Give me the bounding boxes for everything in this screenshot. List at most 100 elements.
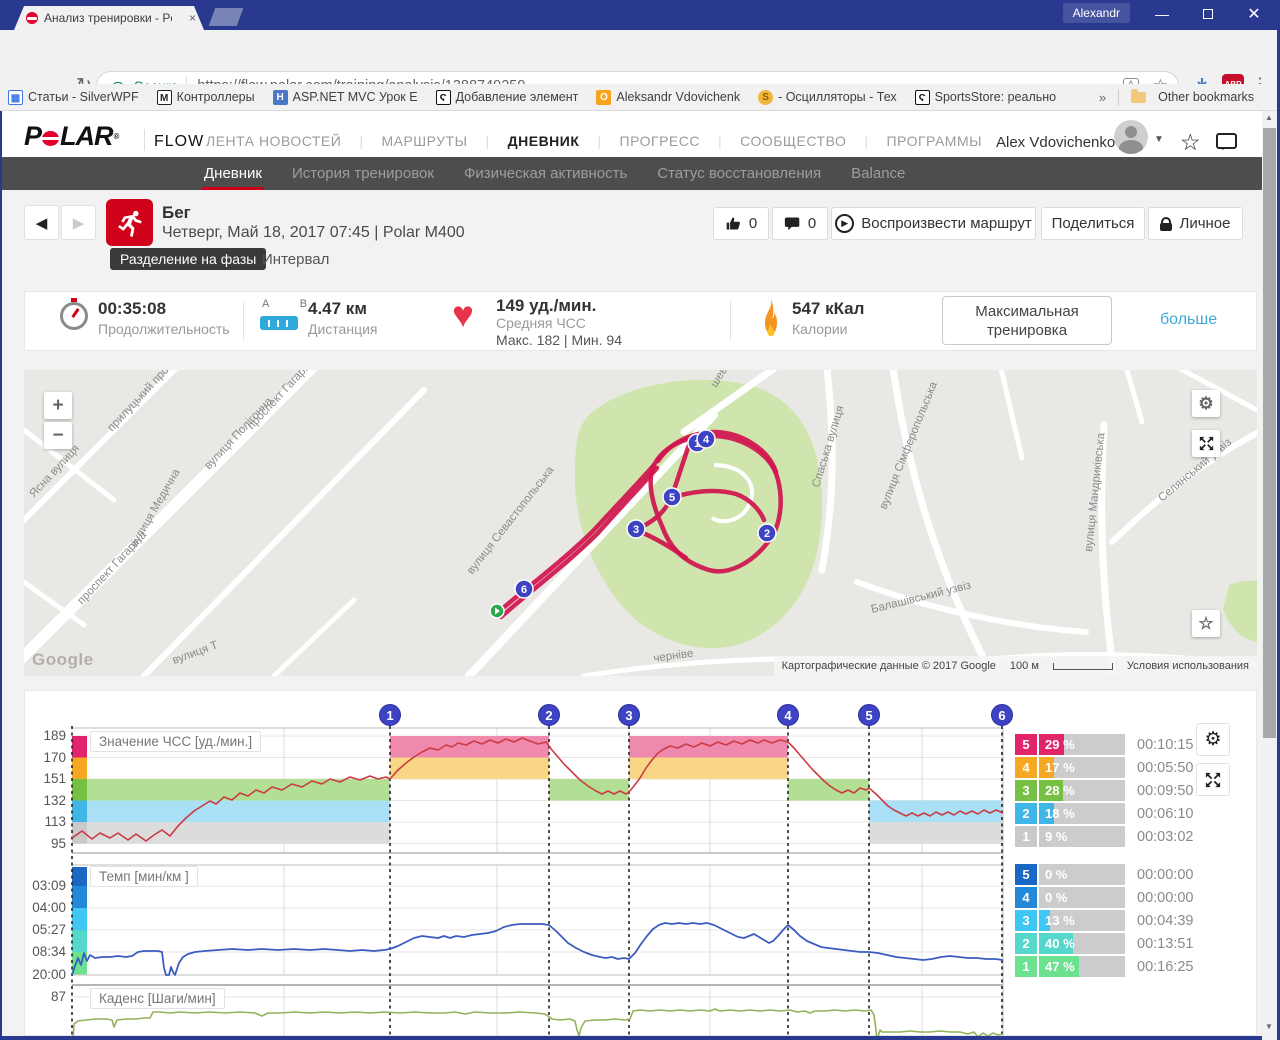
tab-close-icon[interactable]: × xyxy=(189,11,196,25)
map-data-text: Картографические данные © 2017 Google xyxy=(782,660,996,672)
hr-axis-tick: 151 xyxy=(20,771,66,786)
stopwatch-icon xyxy=(60,302,88,330)
expand-icon xyxy=(1199,436,1214,451)
cadence-axis-tick: 87 xyxy=(20,989,66,1004)
session-datetime: Четверг, Май 18, 2017 07:45 | Polar M400 xyxy=(162,224,465,242)
bookmark-item[interactable]: ϚДобавление элемент xyxy=(436,90,579,105)
next-session-button[interactable]: ▶ xyxy=(61,205,96,240)
training-benefit-button[interactable]: Максимальная тренировка xyxy=(942,296,1112,345)
window-close-button[interactable]: ✕ xyxy=(1232,0,1276,28)
chart-fullscreen-button[interactable] xyxy=(1196,763,1230,796)
bookmark-label: Статьи - SilverWPF xyxy=(28,90,139,104)
prev-session-button[interactable]: ◀ xyxy=(24,205,59,240)
comment-icon xyxy=(784,215,801,232)
map-route-marker-4[interactable]: 4 xyxy=(697,430,715,448)
phase-marker-5[interactable]: 5 xyxy=(858,704,880,726)
nav-item-4[interactable]: ПРОГРЕСС xyxy=(616,133,704,149)
google-logo: Google xyxy=(32,650,94,670)
subnav-item-1[interactable]: Дневник xyxy=(202,157,264,190)
bookmark-item[interactable]: HASP.NET MVC Урок Е xyxy=(273,90,418,105)
nav-item-1[interactable]: ЛЕНТА НОВОСТЕЙ xyxy=(202,133,345,149)
flow-label[interactable]: FLOW xyxy=(154,133,204,151)
share-label: Поделиться xyxy=(1052,215,1135,232)
tab-title: Анализ тренировки - Po xyxy=(44,11,172,25)
map-settings-button[interactable]: ⚙ xyxy=(1192,390,1220,417)
comment-button[interactable]: 0 xyxy=(772,207,828,240)
nav-item-6[interactable]: ПРОГРАММЫ xyxy=(882,133,986,149)
bookmark-favicon: O xyxy=(596,90,611,105)
map-fullscreen-button[interactable] xyxy=(1192,430,1220,457)
feedback-chat-icon[interactable] xyxy=(1216,133,1237,149)
scrollbar-down-icon[interactable]: ▼ xyxy=(1265,1022,1273,1031)
browser-profile-badge[interactable]: Alexandr xyxy=(1063,3,1130,23)
subnav-item-4[interactable]: Статус восстановления xyxy=(655,157,823,190)
pace-chart-label: Темп [мин/км ] xyxy=(90,866,198,887)
gear-icon: ⚙ xyxy=(1198,394,1213,414)
hr-zone-row-3: 328 %00:09:50 xyxy=(1015,780,1193,801)
privacy-button[interactable]: Личное xyxy=(1148,207,1243,240)
phase-marker-6[interactable]: 6 xyxy=(991,704,1013,726)
bookmark-label: Aleksandr Vdovichenk xyxy=(616,90,740,104)
share-button[interactable]: Поделиться xyxy=(1041,207,1145,240)
nav-item-3[interactable]: ДНЕВНИК xyxy=(504,133,584,149)
hr-chart-label: Значение ЧСС [уд./мин.] xyxy=(90,731,261,752)
phase-marker-4[interactable]: 4 xyxy=(777,704,799,726)
window-maximize-button[interactable] xyxy=(1186,0,1230,28)
hr-zone-bar: 28 % xyxy=(1039,780,1125,801)
avatar[interactable] xyxy=(1114,120,1148,154)
nav-item-5[interactable]: СООБЩЕСТВО xyxy=(736,133,850,149)
like-button[interactable]: 0 xyxy=(713,207,769,240)
map-route-marker-3[interactable]: 3 xyxy=(627,520,645,538)
map-route-marker-6[interactable]: 6 xyxy=(515,580,533,598)
bookmark-favicon: S xyxy=(758,90,773,105)
replay-route-button[interactable]: ▶ Воспроизвести маршрут xyxy=(831,207,1036,240)
user-name[interactable]: Alex Vdovichenko xyxy=(996,134,1115,151)
maximize-icon xyxy=(1203,9,1213,19)
expand-icon xyxy=(1205,772,1221,788)
polar-logo[interactable]: PLAR® xyxy=(24,121,118,152)
hr-zone-percent: 17 % xyxy=(1045,757,1075,778)
map-terms-link[interactable]: Условия использования xyxy=(1127,660,1249,672)
chevron-down-icon[interactable]: ▼ xyxy=(1154,134,1164,145)
bookmark-item[interactable]: S- Осцилляторы - Тех xyxy=(758,90,897,105)
map-zoom-in-button[interactable]: + xyxy=(44,392,72,419)
phase-marker-2[interactable]: 2 xyxy=(538,704,560,726)
subnav-item-5[interactable]: Balance xyxy=(849,157,907,190)
window-minimize-button[interactable]: — xyxy=(1140,0,1184,28)
map-route-marker-2[interactable]: 2 xyxy=(758,524,776,542)
pace-zone-percent: 47 % xyxy=(1045,956,1075,977)
bookmark-item[interactable]: ▦Статьи - SilverWPF xyxy=(8,90,139,105)
phase-marker-3[interactable]: 3 xyxy=(618,704,640,726)
hr-zone-percent: 18 % xyxy=(1045,803,1075,824)
scrollbar-up-icon[interactable]: ▲ xyxy=(1265,113,1273,122)
pace-zone-time: 00:00:00 xyxy=(1137,890,1193,906)
thumbs-up-icon xyxy=(725,215,742,232)
route-map[interactable]: прилуцький провулоквулиця ПолігоннаЯсна … xyxy=(24,370,1257,676)
browser-tab[interactable]: Анализ тренировки - Po × xyxy=(14,6,204,30)
nav-divider: | xyxy=(718,133,722,149)
other-bookmarks-label[interactable]: Other bookmarks xyxy=(1158,90,1254,104)
phase-marker-1[interactable]: 1 xyxy=(379,704,401,726)
pace-zone-number: 5 xyxy=(1015,864,1037,885)
bookmark-item[interactable]: ϚSportsStore: реально xyxy=(915,90,1056,105)
pace-zone-percent: 40 % xyxy=(1045,933,1075,954)
more-link[interactable]: больше xyxy=(1160,311,1217,329)
scrollbar-thumb[interactable] xyxy=(1263,128,1276,738)
interval-tab[interactable]: Интервал xyxy=(262,251,329,268)
subnav-item-3[interactable]: Физическая активность xyxy=(462,157,629,190)
subnav-item-2[interactable]: История тренировок xyxy=(290,157,436,190)
nav-item-2[interactable]: МАРШРУТЫ xyxy=(377,133,471,149)
new-tab-button[interactable] xyxy=(209,8,244,26)
chart-settings-button[interactable]: ⚙ xyxy=(1196,723,1230,756)
map-zoom-out-button[interactable]: − xyxy=(44,422,72,449)
bookmarks-overflow-icon[interactable]: » xyxy=(1099,90,1106,105)
hr-zone-row-4: 417 %00:05:50 xyxy=(1015,757,1193,778)
bookmark-item[interactable]: MКонтроллеры xyxy=(157,90,255,105)
map-favorite-button[interactable]: ☆ xyxy=(1192,610,1220,637)
pace-zone-percent: 0 % xyxy=(1045,864,1067,885)
browser-window: Анализ тренировки - Po × Alexandr — ✕ ← … xyxy=(0,0,1280,1040)
map-route-marker-5[interactable]: 5 xyxy=(663,488,681,506)
favorites-star-icon[interactable]: ☆ xyxy=(1180,129,1201,156)
bookmark-item[interactable]: O Aleksandr Vdovichenk xyxy=(596,90,740,105)
bookmarks-bar: ▦Статьи - SilverWPF MКонтроллеры HASP.NET … xyxy=(0,84,1280,111)
